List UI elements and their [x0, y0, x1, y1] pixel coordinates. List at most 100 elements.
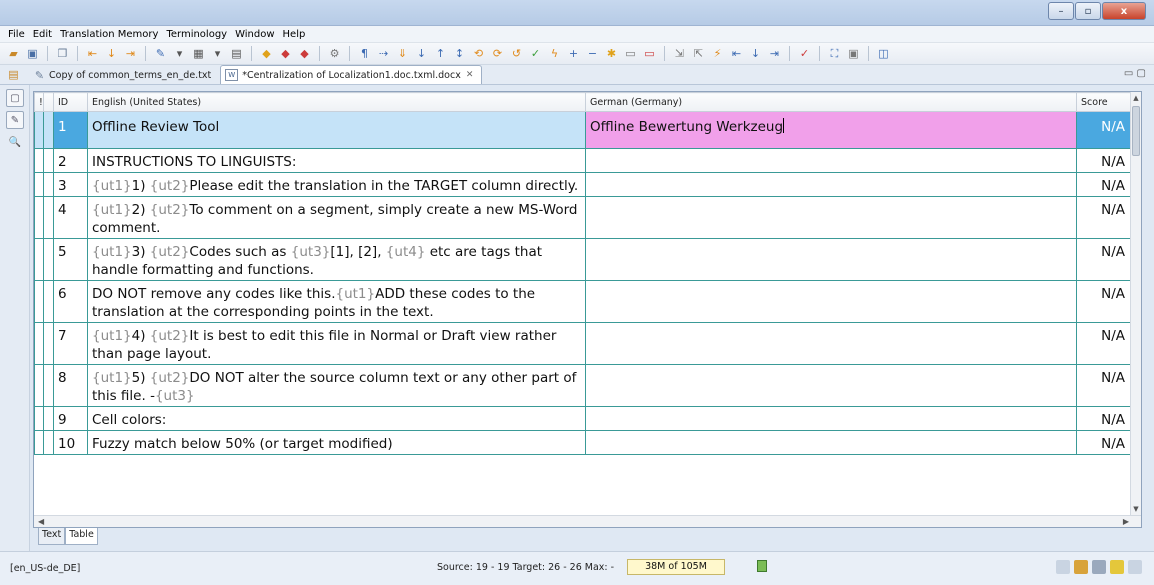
- menu-file[interactable]: File: [4, 29, 29, 40]
- source-cell[interactable]: {ut1}2) {ut2}To comment on a segment, si…: [87, 196, 586, 239]
- column-score[interactable]: Score: [1076, 92, 1131, 112]
- doc-icon[interactable]: ▭: [623, 46, 638, 61]
- target-text[interactable]: Offline Bewertung Werkzeug: [590, 119, 783, 135]
- column-source[interactable]: English (United States): [87, 92, 586, 112]
- source-cell[interactable]: Cell colors:: [87, 406, 586, 431]
- edit-icon[interactable]: ✎: [153, 46, 168, 61]
- column-id[interactable]: ID: [53, 92, 88, 112]
- source-cell[interactable]: {ut1}5) {ut2}DO NOT alter the source col…: [87, 364, 586, 407]
- trash-icon[interactable]: [757, 560, 767, 572]
- down-icon[interactable]: ↓: [748, 46, 763, 61]
- search-icon[interactable]: 🔍: [6, 133, 24, 151]
- source-cell[interactable]: Offline Review Tool: [87, 111, 586, 149]
- edit-icon[interactable]: [1092, 560, 1106, 574]
- target-cell[interactable]: [585, 406, 1077, 431]
- confirm-icon[interactable]: ⇓: [395, 46, 410, 61]
- maximize-button[interactable]: ▫: [1075, 2, 1101, 20]
- close-tab-icon[interactable]: ✕: [466, 70, 474, 80]
- memory-usage[interactable]: 38M of 105M: [627, 559, 725, 575]
- first-segment-icon[interactable]: ⇤: [85, 46, 100, 61]
- menu-help[interactable]: Help: [279, 29, 310, 40]
- table-icon[interactable]: ▤: [229, 46, 244, 61]
- table-row[interactable]: 4 {ut1}2) {ut2}To comment on a segment, …: [34, 196, 1131, 239]
- arrow-down-icon[interactable]: ↓: [414, 46, 429, 61]
- target-cell[interactable]: [585, 280, 1077, 323]
- check-icon[interactable]: ✓: [528, 46, 543, 61]
- tab-text-view[interactable]: Text: [38, 528, 66, 545]
- pen-icon[interactable]: [1074, 560, 1088, 574]
- format-icon[interactable]: [1056, 560, 1070, 574]
- tag-icon[interactable]: ⟲: [471, 46, 486, 61]
- target-cell[interactable]: [585, 238, 1077, 281]
- arrow-up-icon[interactable]: ↑: [433, 46, 448, 61]
- source-cell[interactable]: DO NOT remove any codes like this.{ut1}A…: [87, 280, 586, 323]
- pencil-icon[interactable]: ✎: [6, 111, 24, 129]
- target-cell[interactable]: [585, 322, 1077, 365]
- table-row[interactable]: 6 DO NOT remove any codes like this.{ut1…: [34, 280, 1131, 323]
- layout-icon[interactable]: ◫: [876, 46, 891, 61]
- tab-centralization[interactable]: W *Centralization of Localization1.doc.t…: [220, 65, 483, 84]
- table-row[interactable]: 3 {ut1}1) {ut2}Please edit the translati…: [34, 172, 1131, 197]
- spellcheck-icon[interactable]: ✓: [797, 46, 812, 61]
- scroll-right-icon[interactable]: ▶: [1123, 517, 1129, 526]
- scroll-down-icon[interactable]: ▼: [1132, 505, 1140, 515]
- menu-translation-memory[interactable]: Translation Memory: [56, 29, 162, 40]
- menu-edit[interactable]: Edit: [29, 29, 56, 40]
- scrollbar-thumb[interactable]: [1132, 106, 1140, 156]
- table-row[interactable]: 2 INSTRUCTIONS TO LINGUISTS: N/A: [34, 148, 1131, 173]
- source-cell[interactable]: Fuzzy match below 50% (or target modifie…: [87, 430, 586, 455]
- tab-table-view[interactable]: Table: [65, 528, 98, 545]
- scroll-up-icon[interactable]: ▲: [1132, 94, 1140, 104]
- column-target[interactable]: German (Germany): [585, 92, 1077, 112]
- source-cell[interactable]: {ut1}3) {ut2}Codes such as {ut3}[1], [2]…: [87, 238, 586, 281]
- lightning-icon[interactable]: ϟ: [547, 46, 562, 61]
- table-row[interactable]: 9 Cell colors: N/A: [34, 406, 1131, 431]
- filter-icon[interactable]: ⇲: [672, 46, 687, 61]
- save-icon[interactable]: ▣: [25, 46, 40, 61]
- minimize-maximize-icon[interactable]: ▭ ▢: [1124, 68, 1146, 79]
- open-icon[interactable]: ▰: [6, 46, 21, 61]
- close-button[interactable]: x: [1102, 2, 1146, 20]
- source-cell[interactable]: {ut1}1) {ut2}Please edit the translation…: [87, 172, 586, 197]
- filter-clear-icon[interactable]: ⇱: [691, 46, 706, 61]
- menu-terminology[interactable]: Terminology: [162, 29, 231, 40]
- table-row[interactable]: 10 Fuzzy match below 50% (or target modi…: [34, 430, 1131, 455]
- tab-common-terms[interactable]: ✎ Copy of common_terms_en_de.txt: [25, 65, 220, 84]
- doc-remove-icon[interactable]: ▭: [642, 46, 657, 61]
- new-tab-icon[interactable]: ▤: [6, 67, 21, 82]
- target-cell[interactable]: [585, 172, 1077, 197]
- note-icon[interactable]: [1110, 560, 1124, 574]
- paragraph-icon[interactable]: ¶: [357, 46, 372, 61]
- copy-source-icon[interactable]: ⇢: [376, 46, 391, 61]
- source-cell[interactable]: INSTRUCTIONS TO LINGUISTS:: [87, 148, 586, 173]
- preview-icon[interactable]: ▣: [846, 46, 861, 61]
- target-cell[interactable]: [585, 196, 1077, 239]
- star-icon[interactable]: ✱: [604, 46, 619, 61]
- grid-icon[interactable]: ▦: [191, 46, 206, 61]
- zoom-out-icon[interactable]: −: [585, 46, 600, 61]
- dropdown-icon[interactable]: ▾: [210, 46, 225, 61]
- next-segment-icon[interactable]: ↓: [104, 46, 119, 61]
- arrow-updown-icon[interactable]: ↕: [452, 46, 467, 61]
- dropdown-icon[interactable]: ▾: [172, 46, 187, 61]
- column-flag[interactable]: !: [34, 92, 44, 112]
- last-segment-icon[interactable]: ⇥: [123, 46, 138, 61]
- tm-lookup-icon[interactable]: ◆: [259, 46, 274, 61]
- target-cell[interactable]: [585, 430, 1077, 455]
- table-row[interactable]: 1 Offline Review Tool Offline Bewertung …: [34, 111, 1131, 149]
- first-icon[interactable]: ⇤: [729, 46, 744, 61]
- minimize-button[interactable]: –: [1048, 2, 1074, 20]
- copy-icon[interactable]: ❐: [55, 46, 70, 61]
- flash-icon[interactable]: ⚡: [710, 46, 725, 61]
- copy-icon[interactable]: [1128, 560, 1142, 574]
- zoom-in-icon[interactable]: +: [566, 46, 581, 61]
- tm-remove-icon[interactable]: ◆: [297, 46, 312, 61]
- table-row[interactable]: 5 {ut1}3) {ut2}Codes such as {ut3}[1], […: [34, 238, 1131, 281]
- settings-icon[interactable]: ⚙: [327, 46, 342, 61]
- source-cell[interactable]: {ut1}4) {ut2}It is best to edit this fil…: [87, 322, 586, 365]
- table-row[interactable]: 7 {ut1}4) {ut2}It is best to edit this f…: [34, 322, 1131, 365]
- table-row[interactable]: 8 {ut1}5) {ut2}DO NOT alter the source c…: [34, 364, 1131, 407]
- menu-window[interactable]: Window: [231, 29, 278, 40]
- target-cell[interactable]: [585, 148, 1077, 173]
- scroll-left-icon[interactable]: ◀: [38, 517, 44, 526]
